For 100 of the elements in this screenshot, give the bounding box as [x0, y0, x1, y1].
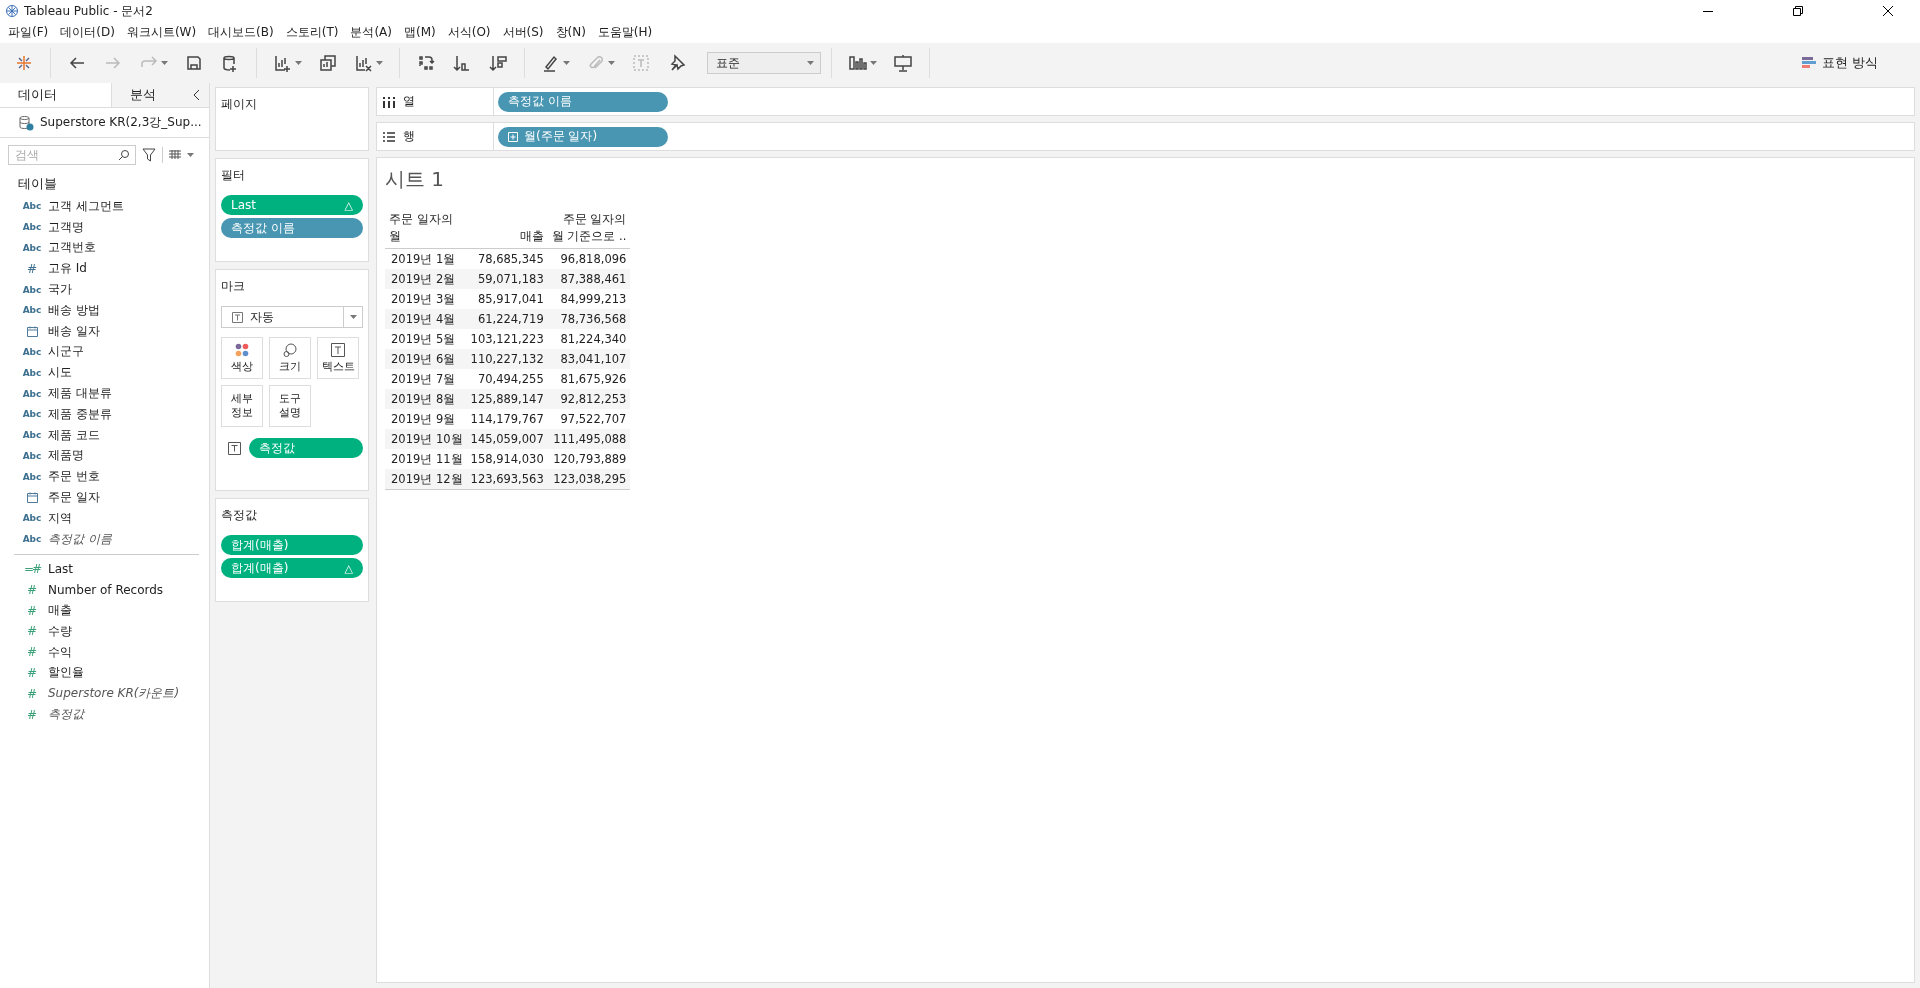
field-name: 국가	[48, 281, 72, 299]
field-type-icon: Abc	[22, 471, 42, 482]
table-cell: 81,675,926	[547, 369, 631, 390]
table-cell: 2019년 6월	[385, 349, 467, 370]
table-cell: 125,889,147	[466, 389, 548, 410]
table-cell: 145,059,007	[466, 429, 548, 450]
data-field[interactable]: # 매출	[0, 600, 209, 621]
data-field[interactable]: Abc 제품 코드	[0, 424, 209, 446]
collapse-icon[interactable]	[193, 89, 201, 101]
text-button[interactable]: 텍스트	[317, 337, 359, 379]
data-field[interactable]: # 수량	[0, 620, 209, 642]
menu-item[interactable]: 분석(A)	[346, 24, 400, 41]
menu-item[interactable]: 데이터(D)	[56, 24, 123, 41]
data-field[interactable]: Abc 제품 대분류	[0, 383, 209, 404]
calendar-icon	[26, 492, 38, 504]
menu-item[interactable]: 워크시트(W)	[122, 24, 205, 41]
fit-dropdown[interactable]: 표준	[707, 52, 821, 74]
color-button[interactable]: 색상	[221, 337, 263, 379]
field-type-icon: =#	[23, 561, 41, 576]
column-header: 매출	[466, 203, 548, 249]
menu-item[interactable]: 파일(F)	[4, 24, 57, 41]
data-field[interactable]: # Superstore KR(카운트)	[0, 683, 209, 705]
table-cell: 2019년 7월	[385, 369, 467, 390]
table-cell: 92,812,253	[547, 389, 631, 410]
search-field[interactable]: 검색	[8, 145, 136, 165]
data-field[interactable]: Abc 고객번호	[0, 237, 209, 259]
field-name: 측정값	[48, 706, 84, 723]
pill-label: 측정값 이름	[508, 93, 572, 110]
menu-item[interactable]: 서식(O)	[443, 24, 499, 41]
table-cell: 110,227,132	[466, 349, 548, 370]
app-icon	[5, 4, 19, 18]
data-field[interactable]: Abc 제품 중분류	[0, 403, 209, 425]
menu-item[interactable]: 대시보드(B)	[204, 24, 282, 41]
table-cell: 70,494,255	[466, 369, 548, 390]
table-cell: 120,793,889	[547, 449, 631, 470]
data-field[interactable]: Abc 고객명	[0, 216, 209, 238]
detail-button[interactable]: 세부 정보	[221, 385, 263, 427]
field-type-icon: Abc	[22, 430, 42, 441]
table-cell: 111,495,088	[547, 429, 631, 450]
text-label-icon	[631, 53, 651, 73]
sheet-title: 시트 1	[385, 166, 446, 193]
section-heading: 테이블	[17, 175, 58, 193]
restore-icon[interactable]	[1792, 5, 1804, 17]
table-cell: 2019년 3월	[385, 289, 467, 310]
data-field[interactable]: Abc 국가	[0, 279, 209, 300]
menu-item[interactable]: 창(N)	[551, 24, 594, 41]
field-type-icon: #	[26, 582, 38, 597]
table-cell: 78,685,345	[466, 248, 548, 270]
tooltip-button[interactable]: 도구 설명	[269, 385, 311, 427]
field-type-icon: Abc	[22, 284, 42, 295]
columns-icon	[383, 95, 395, 108]
menu-item[interactable]: 도움말(H)	[593, 24, 661, 41]
pill-label: 합계(매출)	[231, 559, 289, 577]
field-name: 제품 대분류	[48, 385, 112, 403]
data-field[interactable]: Abc 측정값 이름	[0, 528, 209, 550]
table-cell: 59,071,183	[466, 269, 548, 290]
data-field[interactable]: # 할인율	[0, 662, 209, 684]
menu-item[interactable]: 서버(S)	[498, 24, 552, 41]
pill-label: 측정값 이름	[231, 219, 295, 237]
text-mark-icon	[331, 342, 345, 357]
text-mark-icon	[228, 441, 241, 455]
data-field[interactable]: =# Last	[0, 558, 209, 580]
table-cell: 2019년 5월	[385, 329, 467, 350]
filter-icon[interactable]	[142, 148, 156, 162]
data-field[interactable]: # 고유 Id	[0, 258, 209, 280]
data-field[interactable]: 배송 일자	[0, 320, 209, 342]
table-cell: 2019년 8월	[385, 389, 467, 410]
sort-descending-icon	[488, 53, 508, 73]
data-field[interactable]: Abc 고객 세그먼트	[0, 196, 209, 217]
mark-type-dropdown[interactable]: 자동	[221, 306, 363, 328]
table-cell: 2019년 9월	[385, 409, 467, 430]
data-field[interactable]: 주문 일자	[0, 487, 209, 508]
menu-item[interactable]: 맵(M)	[400, 24, 444, 41]
data-field[interactable]: Abc 시군구	[0, 341, 209, 363]
sidebar-tab[interactable]: 데이터	[0, 83, 112, 107]
menu-item[interactable]: 스토리(T)	[281, 24, 347, 41]
field-type-icon: Abc	[22, 222, 42, 233]
size-button[interactable]: 크기	[269, 337, 311, 379]
field-type-icon: Abc	[22, 201, 42, 212]
data-field[interactable]: # 측정값	[0, 704, 209, 725]
show-me-button[interactable]: 표현 방식	[1802, 54, 1912, 72]
field-name: 수량	[48, 622, 72, 640]
caret-icon	[295, 61, 302, 65]
field-type-icon: #	[26, 665, 38, 680]
table-cell: 2019년 2월	[385, 269, 467, 290]
data-field[interactable]: # Number of Records	[0, 579, 209, 601]
data-field[interactable]: Abc 제품명	[0, 445, 209, 467]
data-field[interactable]: Abc 주문 번호	[0, 466, 209, 488]
data-field[interactable]: Abc 시도	[0, 362, 209, 384]
list-view-icon[interactable]	[169, 150, 181, 160]
field-type-icon: Abc	[22, 346, 42, 357]
datasource-name[interactable]: Superstore KR(2,3강_Sup...	[40, 114, 202, 131]
data-field[interactable]: Abc 배송 방법	[0, 300, 209, 321]
data-field[interactable]: # 수익	[0, 641, 209, 663]
pill-label: 월(주문 일자)	[524, 128, 598, 145]
delta-icon: △	[344, 561, 353, 575]
data-field[interactable]: Abc 지역	[0, 507, 209, 529]
close-icon[interactable]	[1882, 5, 1894, 17]
table-cell: 83,041,107	[547, 349, 631, 370]
table-cell: 78,736,568	[547, 309, 631, 330]
